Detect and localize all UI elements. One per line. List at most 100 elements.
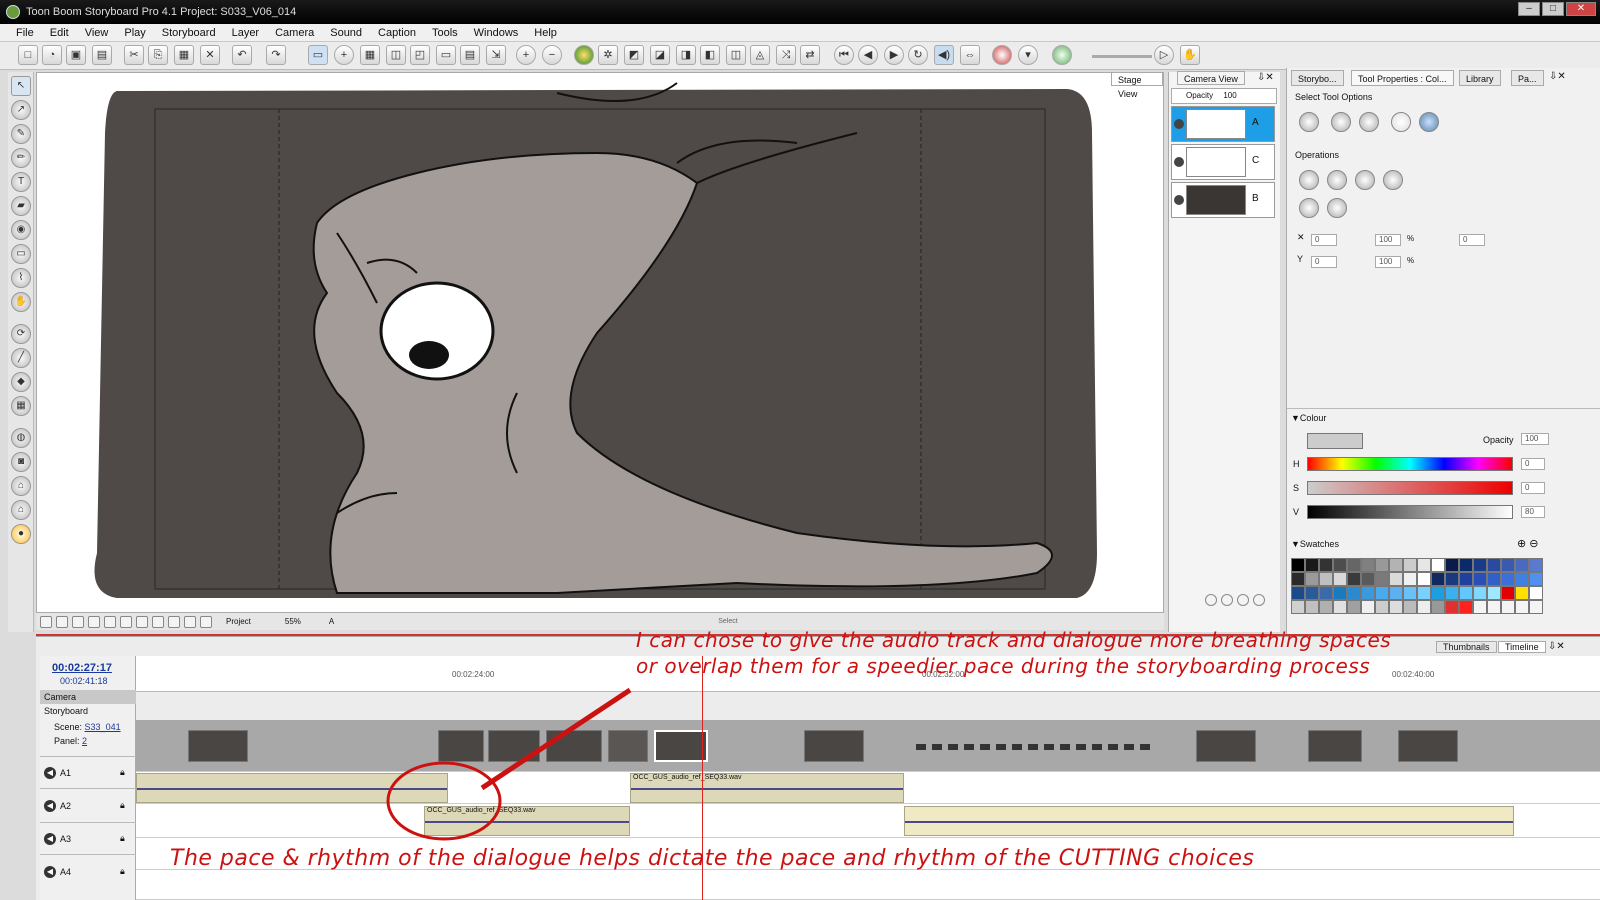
colour-swatch[interactable] [1459, 558, 1473, 572]
speaker-icon[interactable]: ◀ [44, 767, 56, 779]
table-icon[interactable]: ▤ [460, 45, 480, 65]
current-panel-thumbnail[interactable] [654, 730, 708, 762]
rotate-icon[interactable] [184, 615, 196, 628]
colour-swatch[interactable] [1319, 586, 1333, 600]
paste-icon[interactable]: ▦ [174, 45, 194, 65]
globe-icon[interactable] [574, 45, 594, 65]
colour-swatch[interactable] [1375, 586, 1389, 600]
speed-forward-icon[interactable]: ▷ [1154, 45, 1174, 65]
audio-track-a2[interactable]: OCC_GUS_audio_ref_SEQ33.wav [136, 804, 1600, 838]
colour-swatch[interactable] [1375, 572, 1389, 586]
tab-camera-view[interactable]: Camera View [1177, 71, 1245, 85]
audio-clip[interactable] [904, 806, 1514, 836]
panel-thumbnail[interactable] [608, 730, 648, 762]
hue-slider[interactable] [1307, 457, 1513, 471]
select-mode-icon[interactable] [1331, 112, 1351, 132]
line-tool-icon[interactable]: ╱ [11, 348, 31, 368]
panel-menu-icon[interactable]: ⇩✕ [1549, 71, 1566, 82]
value-input[interactable]: 80 [1521, 506, 1545, 518]
pen-icon[interactable] [152, 615, 164, 628]
colour-swatch[interactable] [1403, 586, 1417, 600]
colour-swatch[interactable] [1473, 600, 1487, 614]
menu-layer[interactable]: Layer [224, 24, 268, 41]
panel-menu-icon[interactable]: ⇩✕ [1548, 641, 1565, 652]
audio-clip[interactable]: OCC_GUS_audio_ref_SEQ33.wav [424, 806, 630, 836]
camera-frame-icon[interactable] [120, 615, 132, 628]
maximize-button[interactable]: □ [1542, 2, 1564, 16]
panel-menu-icon[interactable]: ⇩✕ [1257, 72, 1274, 83]
colour-swatch[interactable] [1529, 600, 1543, 614]
colour-swatch[interactable] [1347, 600, 1361, 614]
colour-swatch[interactable] [1445, 572, 1459, 586]
camera-reset-icon[interactable]: ◧ [700, 45, 720, 65]
colour-swatch[interactable] [1417, 586, 1431, 600]
storyboard-track[interactable] [136, 720, 1600, 772]
lock-icon[interactable]: 🔒︎ [120, 833, 125, 844]
playback-speed-slider[interactable] [1092, 55, 1152, 58]
pencil-options-icon[interactable] [1299, 198, 1319, 218]
visibility-icon[interactable] [1174, 119, 1184, 129]
colour-swatch[interactable] [1445, 600, 1459, 614]
saturation-slider[interactable] [1307, 481, 1513, 495]
gear-icon[interactable] [168, 615, 180, 628]
add-swatch-icon[interactable]: ⊕ ⊖ [1517, 537, 1539, 550]
duplicate-layer-icon[interactable] [1237, 594, 1249, 606]
menu-edit[interactable]: Edit [42, 24, 77, 41]
paint-tool-icon[interactable]: ◉ [11, 220, 31, 240]
brush-tool-icon[interactable]: ✎ [11, 124, 31, 144]
light-table-icon[interactable] [1052, 45, 1072, 65]
panel-thumbnail[interactable] [438, 730, 484, 762]
camera-swap-icon[interactable]: ⤨ [776, 45, 796, 65]
visibility-icon[interactable] [1174, 195, 1184, 205]
colour-swatch[interactable] [1473, 586, 1487, 600]
colour-swatch[interactable] [1375, 600, 1389, 614]
colour-swatch[interactable] [1403, 572, 1417, 586]
colour-swatch[interactable] [1333, 586, 1347, 600]
colour-swatch[interactable] [1347, 586, 1361, 600]
current-colour-swatch[interactable] [1307, 433, 1363, 449]
colour-swatch[interactable] [1431, 572, 1445, 586]
colour-swatch[interactable] [1515, 600, 1529, 614]
colour-swatch[interactable] [1389, 600, 1403, 614]
redo-icon[interactable]: ↷ [266, 45, 286, 65]
grid-toggle-icon[interactable] [56, 615, 68, 628]
colour-swatch[interactable] [1389, 558, 1403, 572]
colour-swatch[interactable] [1529, 558, 1543, 572]
lightbulb-tool-icon[interactable]: ● [11, 524, 31, 544]
colour-swatch[interactable] [1529, 572, 1543, 586]
tab-thumbnails[interactable]: Thumbnails [1436, 641, 1497, 653]
menu-play[interactable]: Play [116, 24, 153, 41]
colour-swatch[interactable] [1319, 572, 1333, 586]
colour-swatch[interactable] [1473, 558, 1487, 572]
colour-swatch[interactable] [1459, 600, 1473, 614]
pencil-tool-icon[interactable]: ✏ [11, 148, 31, 168]
camera-tool-icon[interactable]: ◙ [11, 452, 31, 472]
tab-tool-properties[interactable]: Tool Properties : Col... [1351, 70, 1454, 86]
first-frame-icon[interactable]: ⏮ [834, 45, 854, 65]
visibility-icon[interactable] [1174, 157, 1184, 167]
transform-tool-icon[interactable]: ⟳ [11, 324, 31, 344]
colour-swatch[interactable] [1487, 586, 1501, 600]
safe-area-icon[interactable] [72, 615, 84, 628]
hand-stop-icon[interactable]: ✋ [1180, 45, 1200, 65]
lock-icon[interactable]: 🔒︎ [120, 866, 125, 877]
speaker-icon[interactable]: ◀ [44, 833, 56, 845]
save-as-icon[interactable]: ▤ [92, 45, 112, 65]
export-icon[interactable]: ⇲ [486, 45, 506, 65]
camera-keyframe-icon[interactable]: ◪ [650, 45, 670, 65]
colour-swatch[interactable] [1333, 600, 1347, 614]
lock-icon[interactable]: 🔒︎ [120, 800, 125, 811]
speaker-icon[interactable]: ◀ [44, 866, 56, 878]
lasso-icon[interactable] [1299, 112, 1319, 132]
arrow-select-icon[interactable] [1391, 112, 1411, 132]
menu-windows[interactable]: Windows [466, 24, 527, 41]
split-panel-icon[interactable]: ◫ [386, 45, 406, 65]
colour-swatch[interactable] [1347, 558, 1361, 572]
colour-swatch[interactable] [1529, 586, 1543, 600]
layer-row-c[interactable]: C [1171, 144, 1275, 180]
save-icon[interactable]: ▣ [66, 45, 86, 65]
tab-storyboard[interactable]: Storybo... [1291, 70, 1344, 86]
loop-icon[interactable]: ↻ [908, 45, 928, 65]
open-project-icon[interactable]: ◔ [42, 45, 62, 65]
layer-opacity-input[interactable]: 100 [1223, 91, 1236, 100]
